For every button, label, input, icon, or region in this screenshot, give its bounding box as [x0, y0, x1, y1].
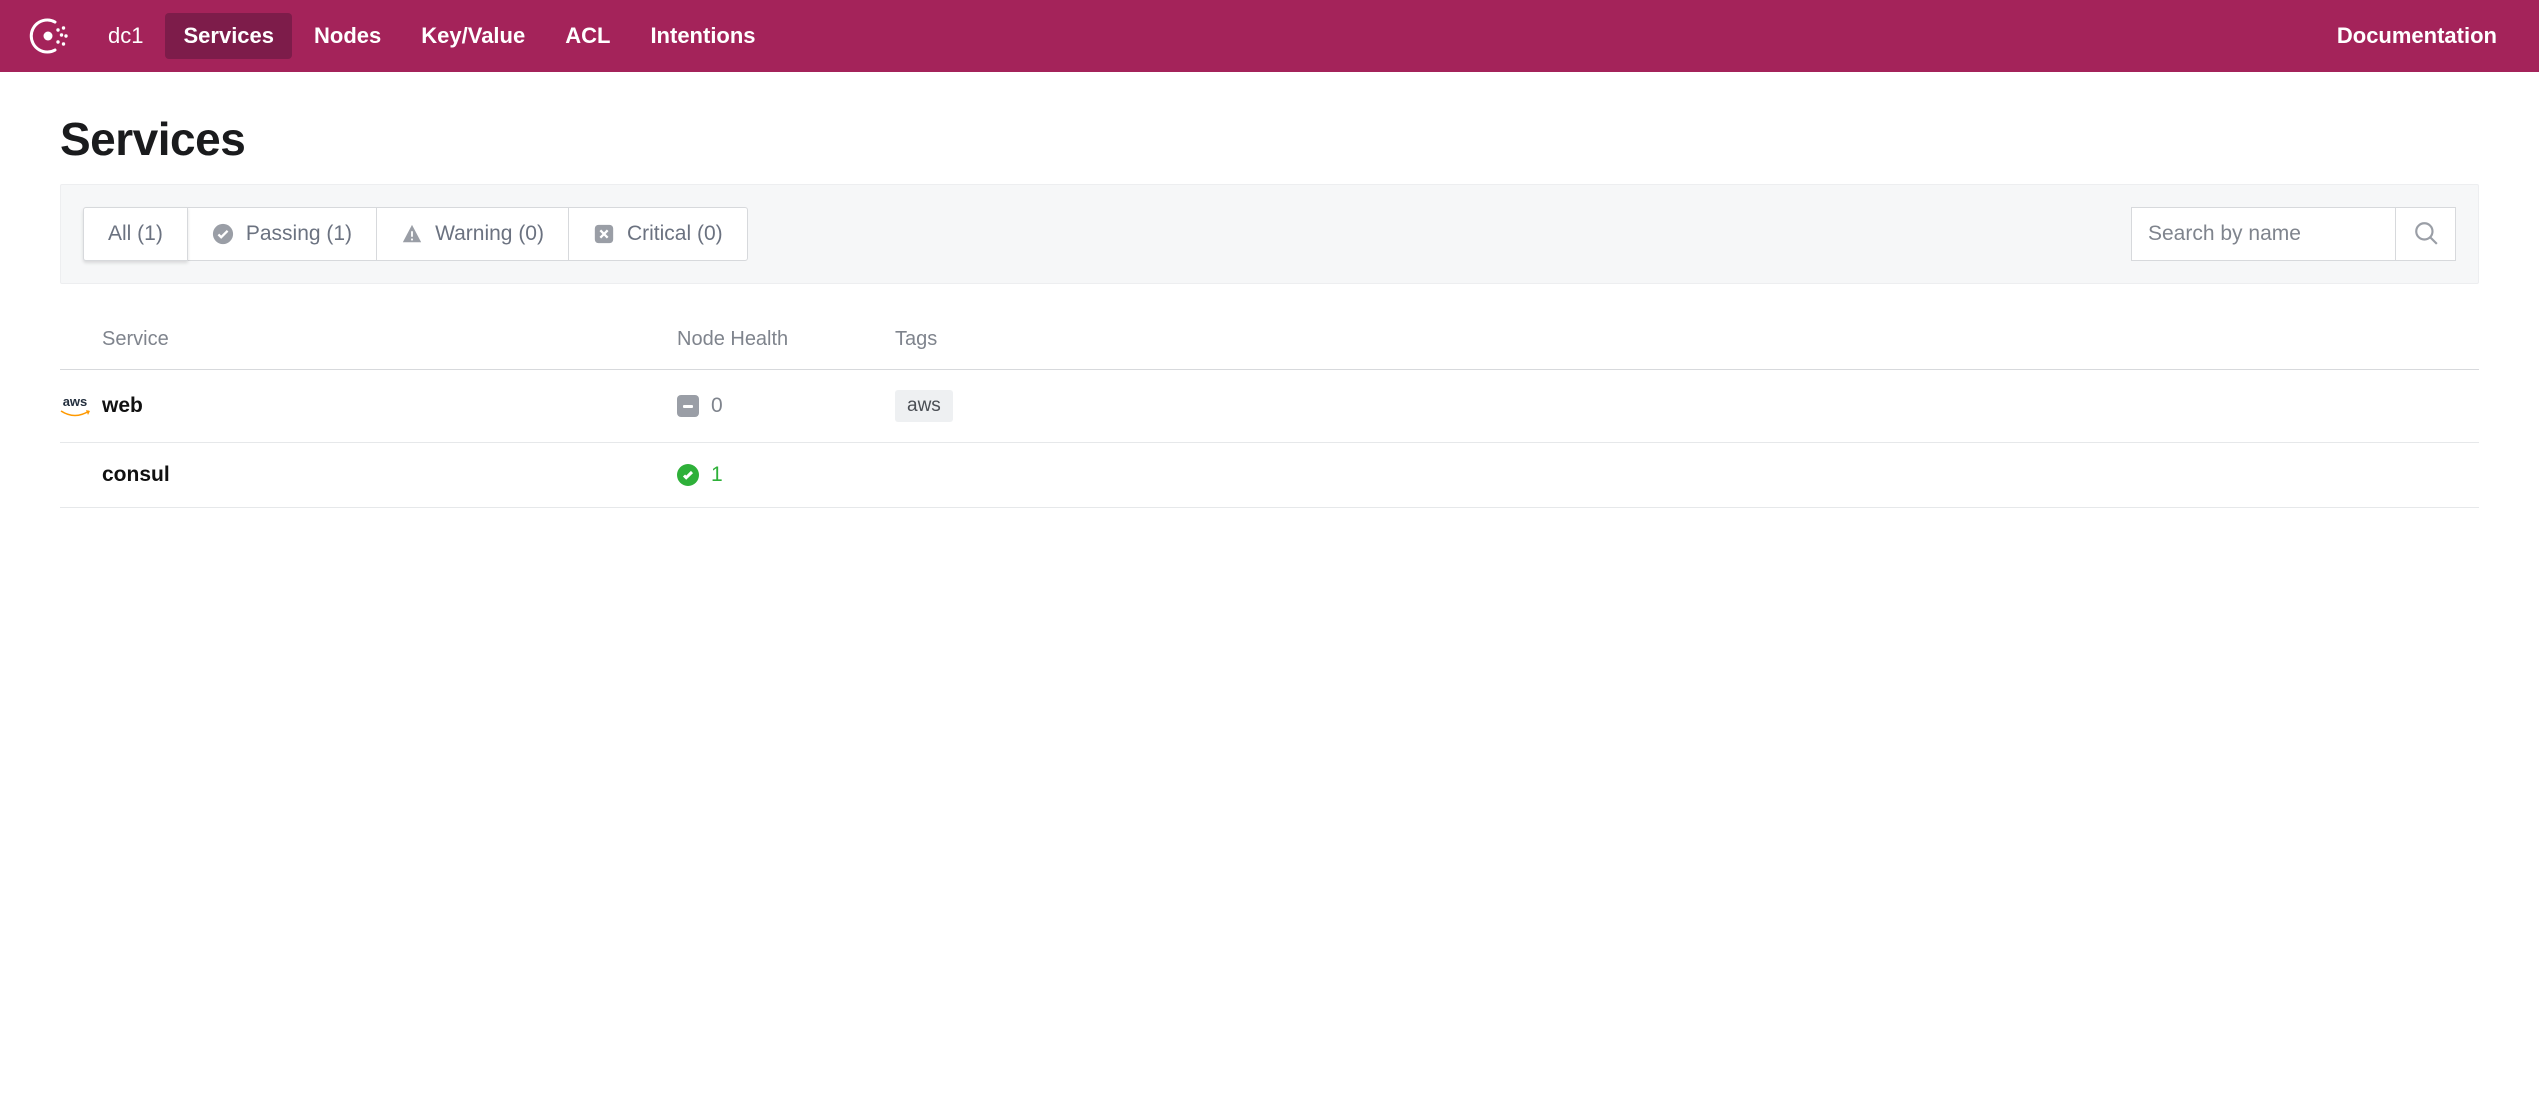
th-service: Service: [102, 328, 677, 351]
nav-items: dc1 Services Nodes Key/Value ACL Intenti…: [90, 13, 2319, 59]
health-neutral-icon: [677, 395, 699, 417]
filter-warning[interactable]: Warning (0): [376, 207, 569, 261]
page-title: Services: [60, 112, 2479, 166]
filter-passing[interactable]: Passing (1): [187, 207, 377, 261]
nav-link-services[interactable]: Services: [165, 13, 292, 59]
health-count: 1: [711, 463, 723, 487]
nav-link-keyvalue[interactable]: Key/Value: [403, 13, 543, 59]
filter-all[interactable]: All (1): [83, 207, 188, 261]
top-nav: dc1 Services Nodes Key/Value ACL Intenti…: [0, 0, 2539, 72]
table-header-row: Service Node Health Tags: [60, 314, 2479, 370]
nav-link-intentions[interactable]: Intentions: [632, 13, 773, 59]
search-input[interactable]: [2131, 207, 2396, 261]
service-name: web: [102, 394, 677, 418]
filter-bar: All (1) Passing (1) Warning (0) Critical…: [60, 184, 2479, 284]
filter-all-label: All (1): [108, 222, 163, 246]
th-tags: Tags: [895, 328, 2479, 351]
filter-critical-label: Critical (0): [627, 222, 723, 246]
nav-link-acl[interactable]: ACL: [547, 13, 628, 59]
page-content: Services All (1) Passing (1) Warning (0): [0, 72, 2539, 548]
provider-icon: aws: [60, 395, 102, 418]
filter-passing-label: Passing (1): [246, 222, 352, 246]
table-row[interactable]: consul 1: [60, 443, 2479, 508]
check-circle-icon: [212, 223, 234, 245]
warning-triangle-icon: [401, 223, 423, 245]
consul-logo-icon: [24, 12, 72, 60]
services-table: Service Node Health Tags aws web 0 aws: [60, 314, 2479, 508]
health-count: 0: [711, 394, 723, 418]
service-health: 0: [677, 394, 895, 418]
search-icon: [2413, 220, 2439, 249]
service-health: 1: [677, 463, 895, 487]
search-wrap: [2131, 207, 2456, 261]
tag: aws: [895, 390, 953, 422]
filter-warning-label: Warning (0): [435, 222, 544, 246]
nav-link-documentation[interactable]: Documentation: [2319, 13, 2515, 58]
nav-datacenter[interactable]: dc1: [90, 13, 161, 59]
nav-right: Documentation: [2319, 23, 2515, 49]
x-square-icon: [593, 223, 615, 245]
table-row[interactable]: aws web 0 aws: [60, 370, 2479, 443]
search-button[interactable]: [2396, 207, 2456, 261]
health-ok-icon: [677, 464, 699, 486]
service-tags: aws: [895, 390, 2479, 422]
aws-icon: aws: [60, 395, 90, 418]
filter-critical[interactable]: Critical (0): [568, 207, 748, 261]
th-health: Node Health: [677, 328, 895, 351]
nav-link-nodes[interactable]: Nodes: [296, 13, 399, 59]
filter-group: All (1) Passing (1) Warning (0) Critical…: [83, 207, 748, 261]
service-name: consul: [102, 463, 677, 487]
